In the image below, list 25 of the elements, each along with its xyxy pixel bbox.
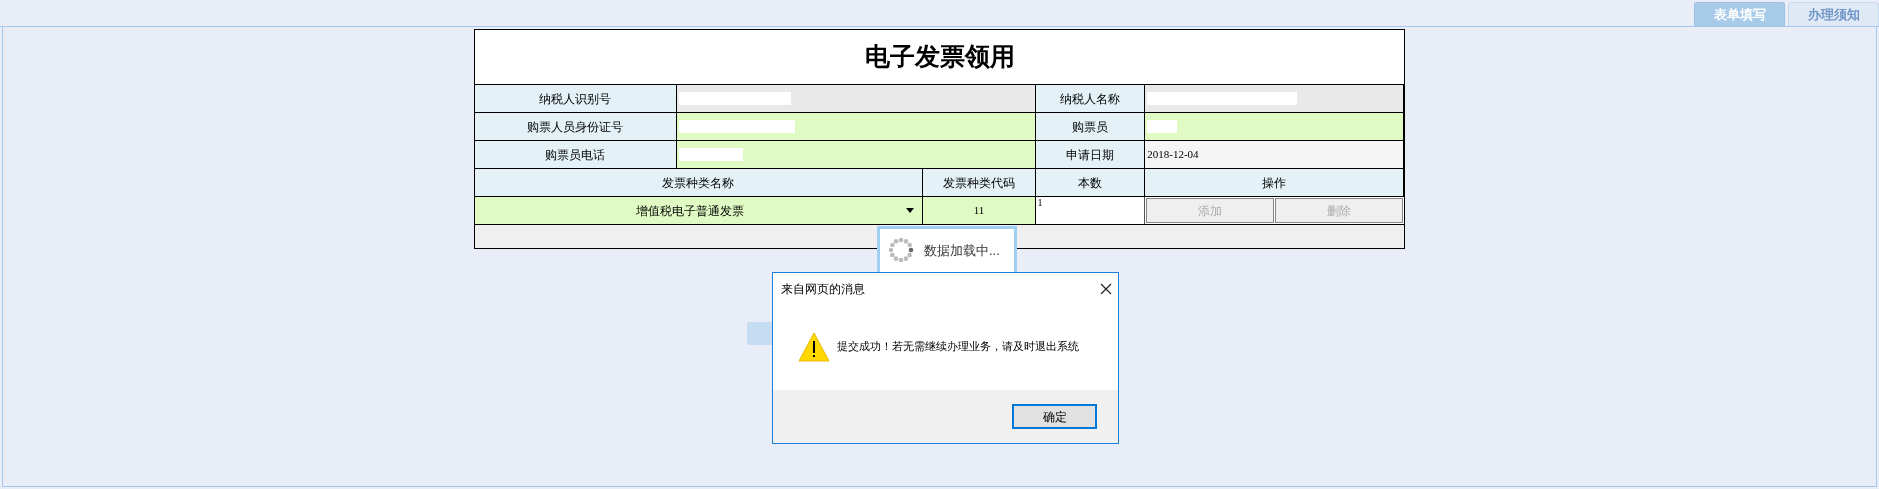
column-header: 发票种类代码 [922,169,1037,196]
warning-icon [798,331,830,362]
date-value: 2018-12-04 [1147,147,1199,163]
column-header: 本数 [1036,169,1146,196]
loading-spinner-icon [888,237,914,263]
field-label: 购票员电话 [475,141,677,168]
field-label: 购票员 [1036,113,1146,140]
tab[interactable]: 表单填写 [1694,2,1785,26]
column-header: 操作 [1145,169,1404,196]
field-label: 纳税人名称 [1036,85,1146,112]
field-label: 纳税人识别号 [475,85,677,112]
form-title: 电子发票领用 [864,42,1015,73]
ok-button[interactable]: 确定 [1012,404,1097,429]
field-label: 购票人员身份证号 [475,113,677,140]
loading-text: 数据加载中... [924,242,1000,260]
count-field[interactable]: 1 [1036,197,1146,224]
dialog-message: 提交成功！若无需继续办理业务，请及时退出系统 [837,339,1079,355]
invoice-type-select[interactable]: 增值税电子普通发票 [475,197,923,224]
tab[interactable]: 办理须知 [1788,2,1879,26]
dropdown-caret-icon[interactable] [905,208,914,213]
dialog-title: 来自网页的消息 [781,281,865,298]
close-icon[interactable] [1100,283,1112,295]
invoice-code-cell: 11 [922,197,1037,224]
column-header: 发票种类名称 [475,169,923,196]
field-label: 申请日期 [1036,141,1146,168]
